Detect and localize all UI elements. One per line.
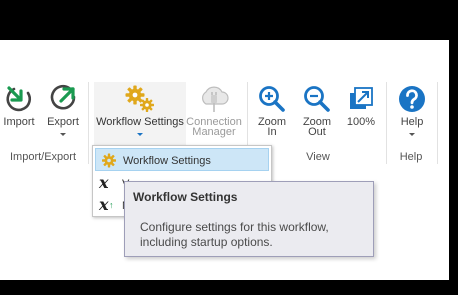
chevron-down-icon — [409, 133, 415, 136]
tooltip-description: Configure settings for this workflow, in… — [140, 220, 329, 249]
help-icon — [397, 84, 427, 114]
zoom-in-label-line2: In — [267, 126, 277, 138]
zoom-out-label-line2: Out — [308, 126, 326, 138]
zoom-in-icon — [257, 84, 287, 114]
group-divider — [437, 82, 438, 164]
chevron-down-icon — [60, 133, 66, 136]
zoom-out-icon — [302, 84, 332, 114]
connection-manager-label-line2: Manager — [192, 126, 236, 138]
variable-x-icon: x — [99, 173, 109, 192]
export-label: Export — [47, 116, 79, 128]
group-divider — [88, 82, 89, 164]
import-icon — [4, 84, 34, 114]
tooltip-title: Workflow Settings — [133, 190, 238, 204]
help-label: Help — [400, 116, 424, 128]
dropdown-item-workflow-settings[interactable]: Workflow Settings — [95, 148, 269, 171]
workflow-settings-button[interactable]: Workflow Settings — [94, 82, 186, 144]
connection-manager-button[interactable]: Connection Manager — [186, 82, 242, 144]
zoom-out-button[interactable]: Zoom Out — [298, 82, 336, 142]
tooltip: Workflow Settings Configure settings for… — [124, 181, 374, 257]
dropdown-item-label: Workflow Settings — [123, 155, 211, 167]
help-button[interactable]: Help — [393, 82, 431, 144]
group-divider — [386, 82, 387, 164]
chevron-down-icon — [137, 133, 143, 136]
export-icon — [48, 84, 78, 114]
import-button[interactable]: Import — [0, 82, 38, 138]
workflow-settings-label: Workflow Settings — [96, 116, 184, 128]
group-label-import-export: Import/Export — [9, 151, 77, 163]
gear-icon — [100, 152, 118, 169]
import-label: Import — [3, 116, 35, 128]
zoom-reset-icon — [346, 84, 376, 114]
plug-icon — [199, 84, 229, 114]
zoom-in-button[interactable]: Zoom In — [253, 82, 291, 142]
zoom-100-label: 100% — [346, 116, 376, 128]
zoom-100-button[interactable]: 100% — [341, 82, 381, 130]
gear-icon — [123, 84, 157, 114]
window-top-bar — [0, 0, 458, 40]
variable-x-up-icon: x ↑ — [99, 195, 114, 214]
export-button[interactable]: Export — [44, 82, 82, 144]
group-label-help: Help — [399, 151, 423, 163]
